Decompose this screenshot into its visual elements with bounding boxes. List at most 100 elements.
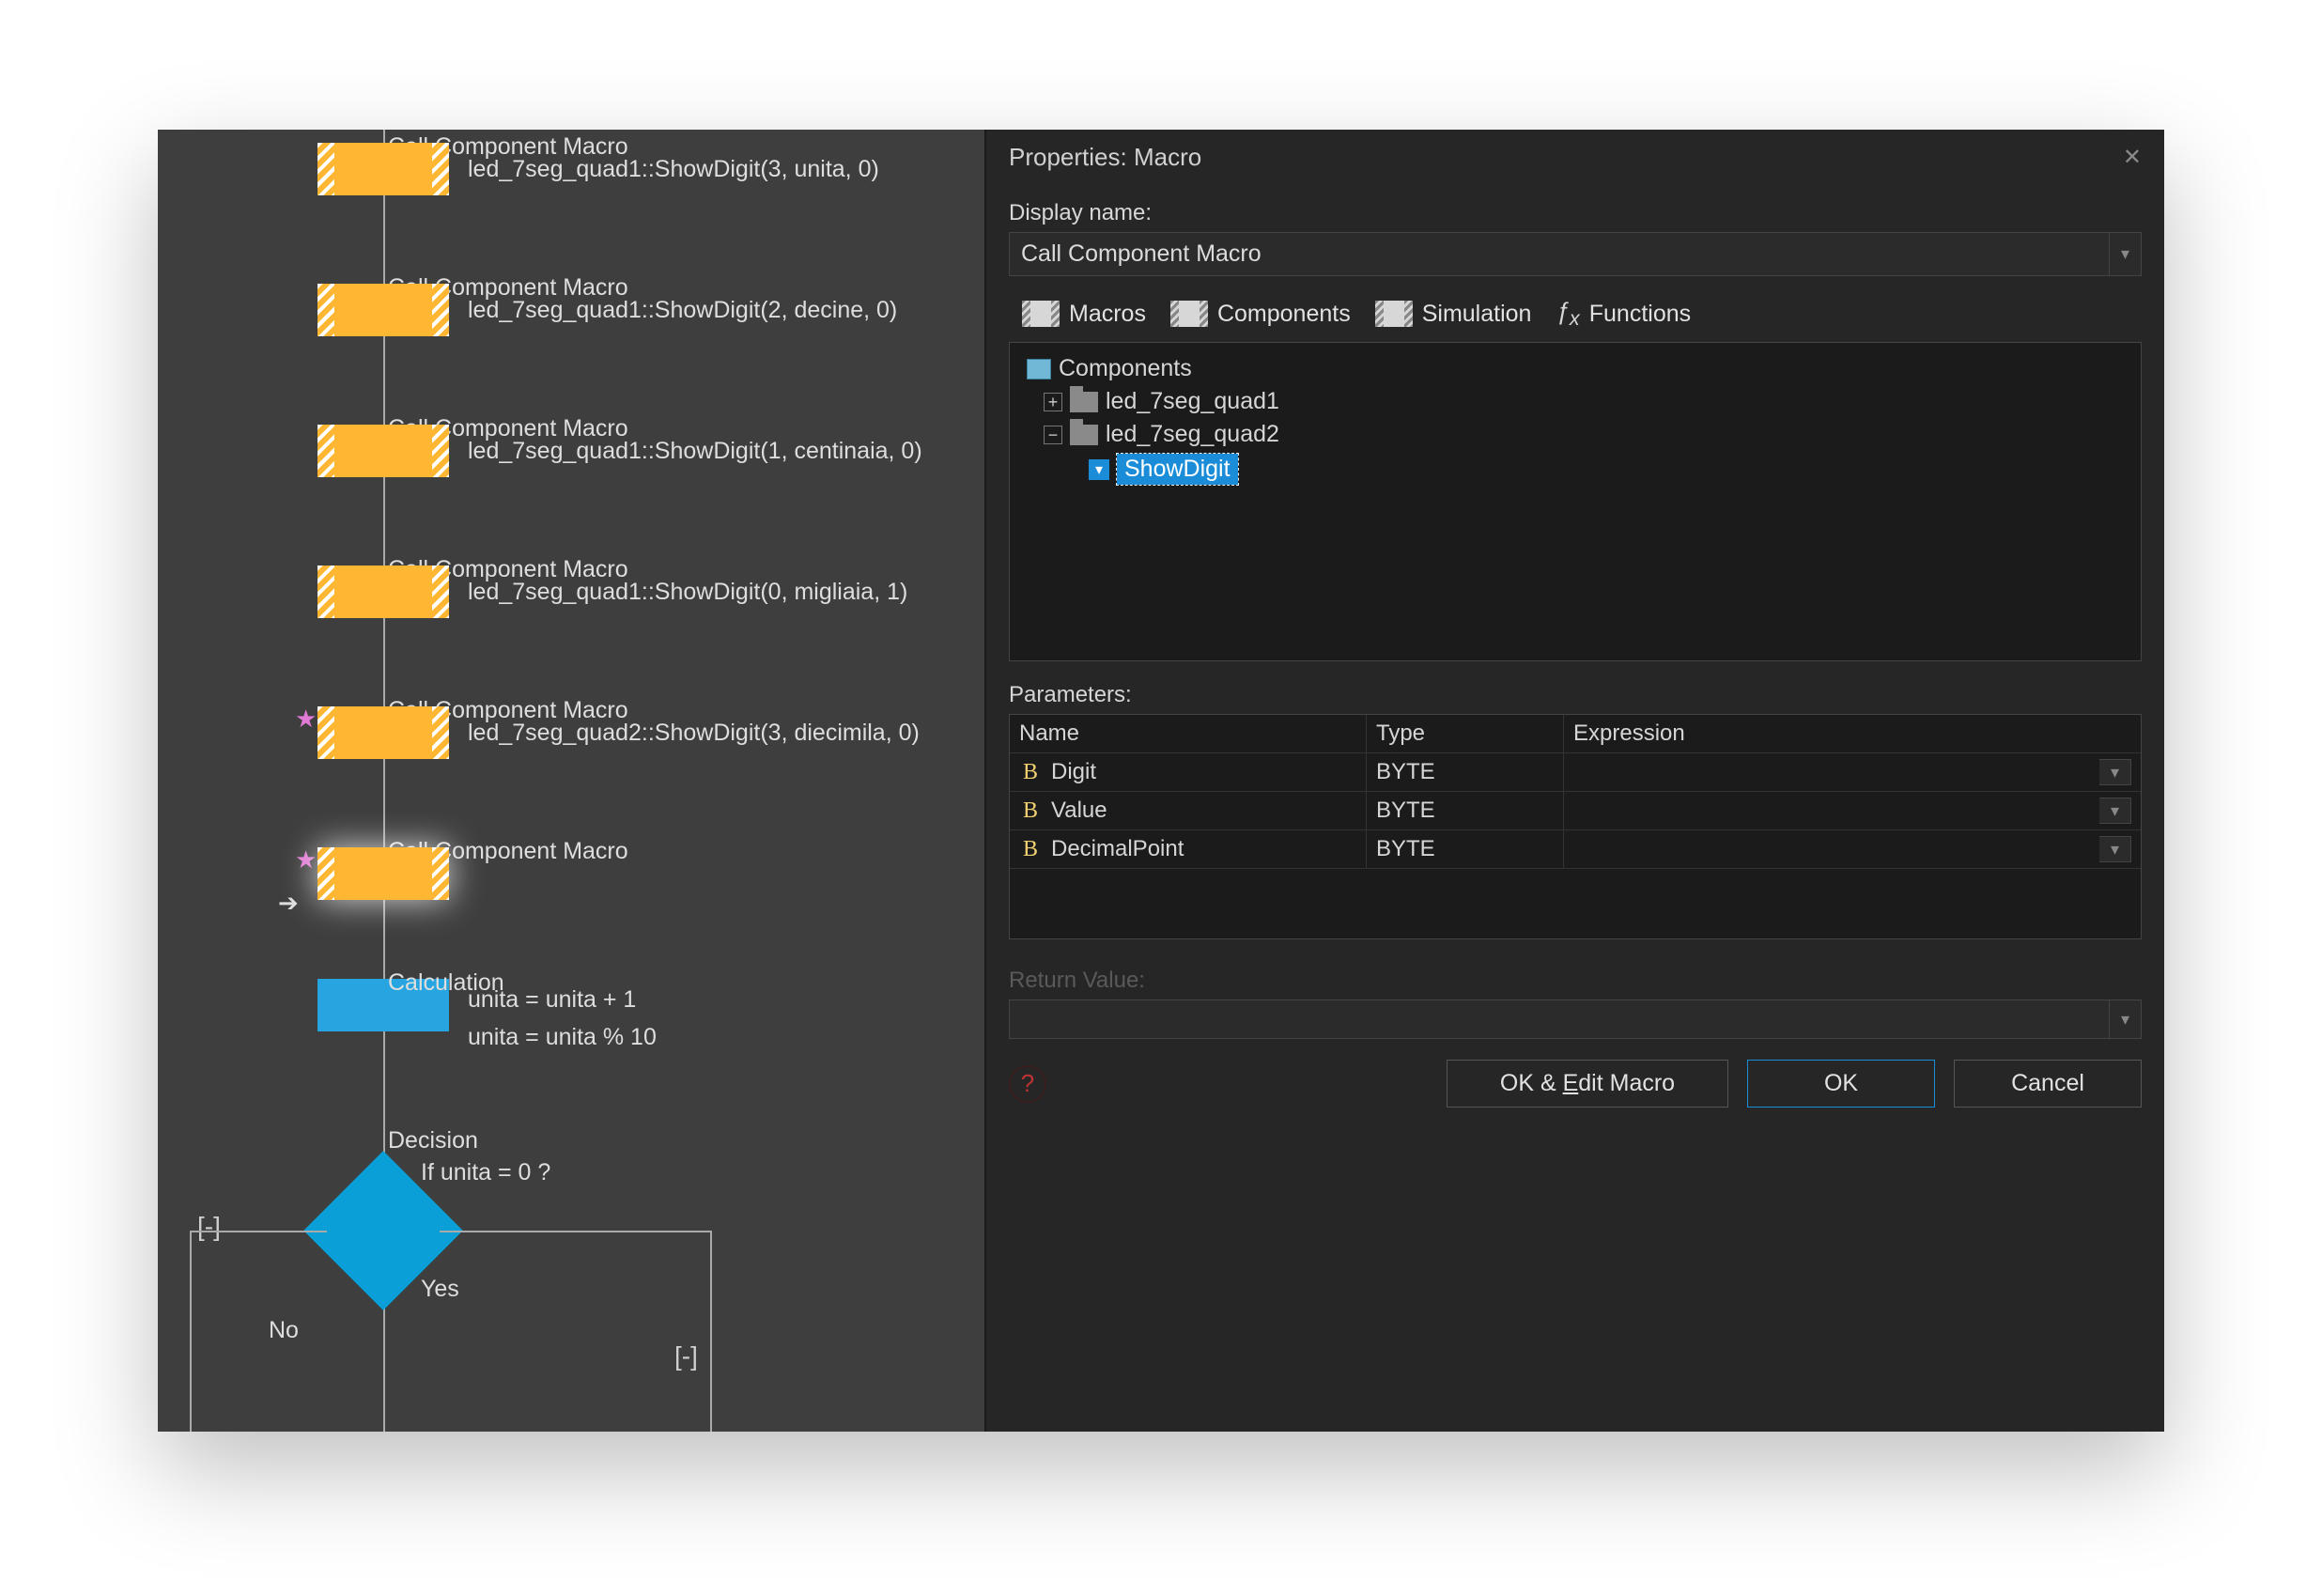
flow-connector (440, 1231, 712, 1232)
properties-panel: Properties: Macro ✕ Display name: Call C… (984, 130, 2164, 1432)
tab-label: Simulation (1422, 301, 1532, 328)
expr-dropdown-icon[interactable]: ▾ (2099, 798, 2131, 824)
display-name-input[interactable]: Call Component Macro (1009, 232, 2110, 276)
flow-node-macro-selected[interactable]: ★ Call Component Macro ➔ (317, 847, 449, 900)
param-name: Value (1051, 798, 1107, 824)
macro-block[interactable] (317, 706, 449, 759)
flow-connector (190, 1231, 192, 1432)
tree-label: led_7seg_quad1 (1106, 388, 1279, 415)
flow-node-macro[interactable]: Call Component Macro led_7seg_quad1::Sho… (317, 566, 449, 618)
flow-connector (190, 1231, 327, 1232)
folder-icon (1070, 392, 1098, 412)
flow-node-macro[interactable]: Call Component Macro led_7seg_quad1::Sho… (317, 143, 449, 195)
col-name: Name (1010, 715, 1367, 752)
breakpoint-star-icon[interactable]: ★ (295, 705, 317, 734)
decision-title: Decision (388, 1127, 478, 1154)
macro-call: led_7seg_quad1::ShowDigit(0, migliaia, 1… (468, 579, 907, 606)
close-icon[interactable]: ✕ (2123, 144, 2142, 171)
tree-label: led_7seg_quad2 (1106, 421, 1279, 448)
tab-simulation[interactable]: Simulation (1375, 301, 1532, 328)
tree-label: Components (1059, 355, 1192, 382)
collapse-left-icon[interactable]: [-] (197, 1212, 221, 1242)
display-name-dropdown-icon[interactable]: ▾ (2110, 232, 2142, 276)
app-window: Call Component Macro led_7seg_quad1::Sho… (158, 130, 2164, 1432)
ok-edit-macro-button[interactable]: OK & Edit Macro (1447, 1060, 1728, 1108)
parameters-table: Name Type Expression B Digit BYTE ▾ B Valu… (1009, 714, 2142, 939)
tree-item-showdigit[interactable]: ▾ ShowDigit (1019, 451, 2131, 488)
panel-title: Properties: Macro (1009, 143, 1201, 172)
return-value-dropdown-icon[interactable]: ▾ (2110, 999, 2142, 1039)
return-value-input (1009, 999, 2110, 1039)
table-header: Name Type Expression (1010, 715, 2141, 753)
expand-icon[interactable]: + (1044, 393, 1062, 411)
macro-call: led_7seg_quad1::ShowDigit(1, centinaia, … (468, 438, 922, 465)
help-icon[interactable]: ? (1009, 1065, 1046, 1103)
parameters-label: Parameters: (986, 661, 2164, 714)
macro-block[interactable] (317, 284, 449, 336)
decision-expr: If unita = 0 ? (421, 1159, 550, 1186)
param-type: BYTE (1367, 753, 1564, 791)
collapse-right-icon[interactable]: [-] (674, 1341, 698, 1371)
param-type: BYTE (1367, 792, 1564, 829)
macro-call: led_7seg_quad1::ShowDigit(3, unita, 0) (468, 156, 879, 183)
tab-label: Components (1217, 301, 1351, 328)
macro-block[interactable] (317, 425, 449, 477)
byte-type-icon: B (1019, 799, 1042, 822)
panel-title-bar: Properties: Macro ✕ (986, 130, 2164, 181)
tab-label: Functions (1589, 301, 1691, 328)
flow-node-macro[interactable]: Call Component Macro led_7seg_quad1::Sho… (317, 425, 449, 477)
col-type: Type (1367, 715, 1564, 752)
table-row[interactable]: B Digit BYTE ▾ (1010, 753, 2141, 792)
flow-node-macro[interactable]: ★ Call Component Macro led_7seg_quad2::S… (317, 706, 449, 759)
param-name: Digit (1051, 759, 1096, 785)
tab-label: Macros (1069, 301, 1146, 328)
calc-line2: unita = unita % 10 (468, 1024, 657, 1051)
table-row[interactable]: B Value BYTE ▾ (1010, 792, 2141, 830)
flow-connector (710, 1231, 712, 1432)
macro-call: led_7seg_quad2::ShowDigit(3, diecimila, … (468, 720, 920, 747)
method-icon: ▾ (1089, 459, 1109, 480)
expr-dropdown-icon[interactable]: ▾ (2099, 836, 2131, 862)
components-icon (1170, 301, 1208, 327)
macro-call: led_7seg_quad1::ShowDigit(2, decine, 0) (468, 297, 897, 324)
tree-item-led7seg-quad2[interactable]: − led_7seg_quad2 (1019, 418, 2131, 451)
return-value-label: Return Value: (986, 939, 2164, 999)
functions-icon: ƒx (1556, 297, 1579, 331)
byte-type-icon: B (1019, 761, 1042, 783)
button-bar: ? OK & Edit Macro OK Cancel (986, 1039, 2164, 1128)
folder-icon (1070, 425, 1098, 445)
calc-line1: unita = unita + 1 (468, 986, 636, 1014)
macros-icon (1022, 301, 1060, 327)
ok-button[interactable]: OK (1747, 1060, 1935, 1108)
tab-functions[interactable]: ƒx Functions (1556, 297, 1691, 331)
table-row[interactable]: B DecimalPoint BYTE ▾ (1010, 830, 2141, 869)
macro-block[interactable] (317, 847, 449, 900)
flowchart-panel[interactable]: Call Component Macro led_7seg_quad1::Sho… (158, 130, 984, 1432)
tree-root[interactable]: Components (1019, 352, 2131, 385)
collapse-icon[interactable]: − (1044, 426, 1062, 444)
param-type: BYTE (1367, 830, 1564, 868)
underline-char: E (1563, 1070, 1579, 1096)
decision-yes: Yes (421, 1276, 459, 1303)
flow-node-calculation[interactable]: Calculation unita = unita + 1 unita = un… (317, 979, 449, 1031)
breakpoint-star-icon[interactable]: ★ (295, 845, 317, 875)
byte-type-icon: B (1019, 838, 1042, 860)
display-name-label: Display name: (986, 181, 2164, 232)
tab-components[interactable]: Components (1170, 301, 1351, 328)
tree-label-selected: ShowDigit (1117, 454, 1238, 485)
decision-no: No (269, 1317, 299, 1344)
macro-block[interactable] (317, 143, 449, 195)
flow-node-macro[interactable]: Call Component Macro led_7seg_quad1::Sho… (317, 284, 449, 336)
components-root-icon (1027, 359, 1051, 380)
col-expression: Expression (1564, 715, 2141, 752)
simulation-icon (1375, 301, 1413, 327)
component-tree[interactable]: Components + led_7seg_quad1 − led_7seg_q… (1009, 342, 2142, 661)
category-tabs: Macros Components Simulation ƒx Functions (986, 276, 2164, 338)
param-name: DecimalPoint (1051, 836, 1184, 862)
macro-block[interactable] (317, 566, 449, 618)
cancel-button[interactable]: Cancel (1954, 1060, 2142, 1108)
tree-item-led7seg-quad1[interactable]: + led_7seg_quad1 (1019, 385, 2131, 418)
tab-macros[interactable]: Macros (1022, 301, 1146, 328)
expr-dropdown-icon[interactable]: ▾ (2099, 759, 2131, 785)
execution-arrow-icon: ➔ (278, 889, 299, 918)
